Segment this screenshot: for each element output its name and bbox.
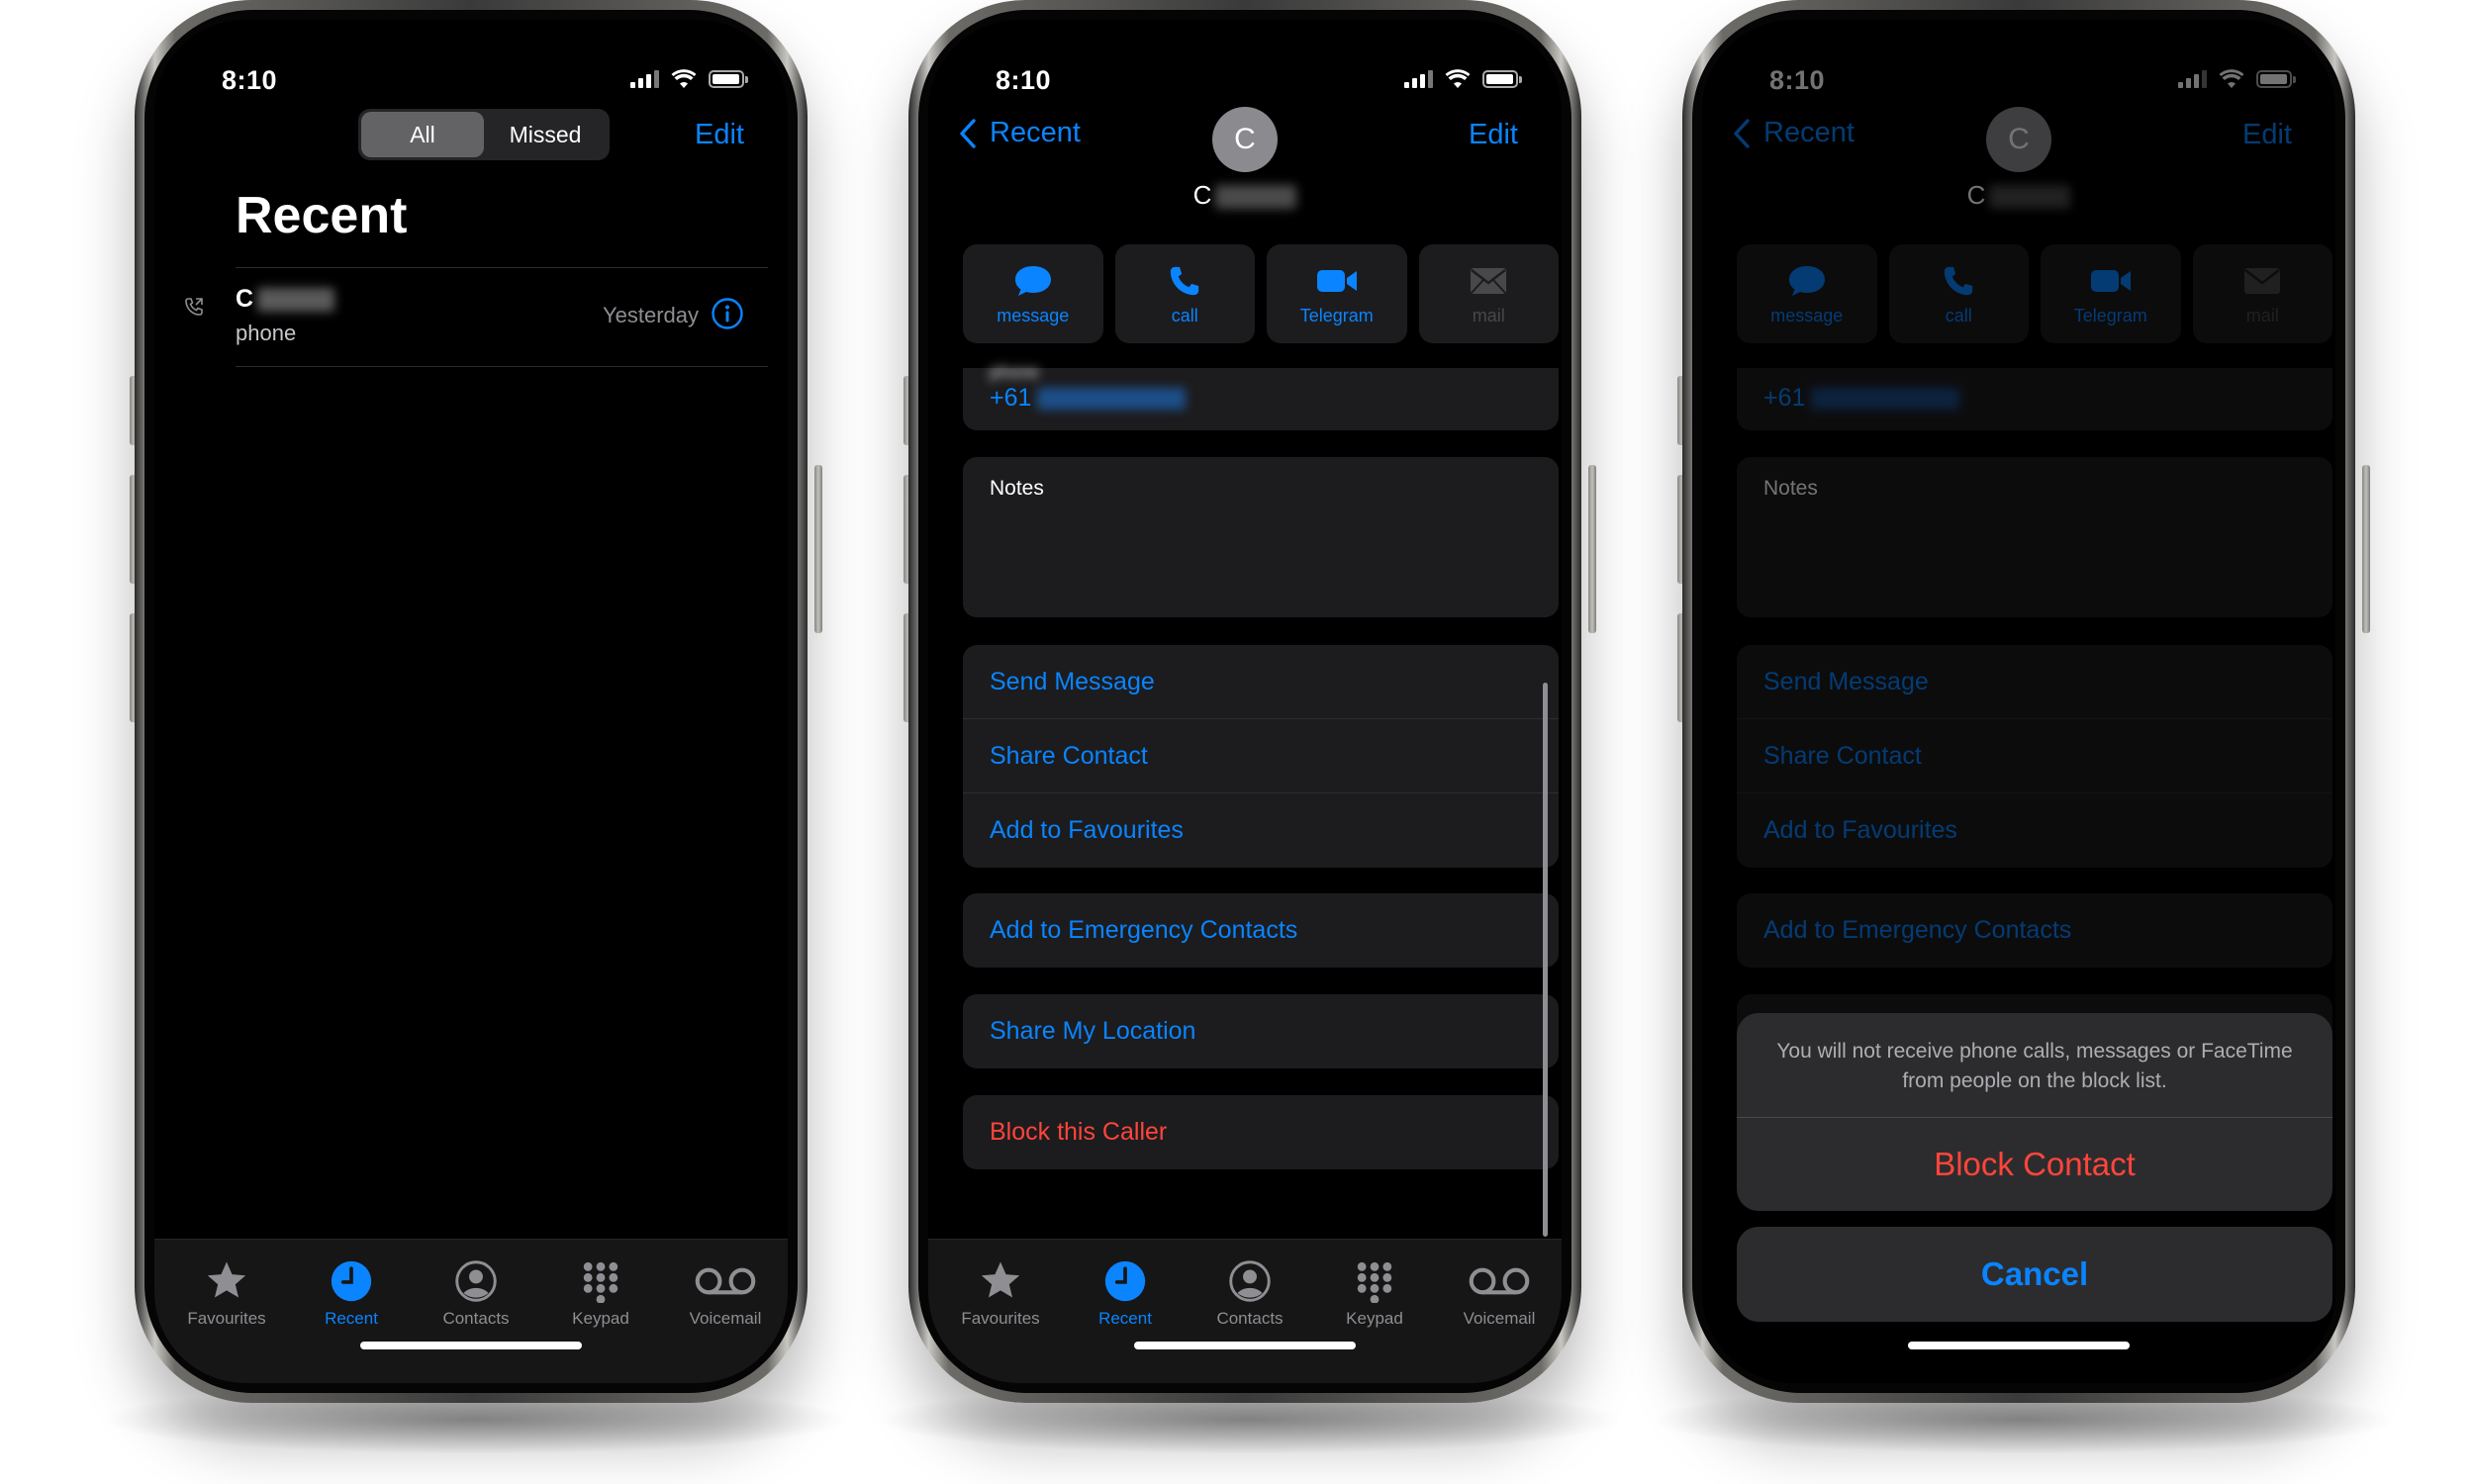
contact-detail-screen: 8:10 Recent Edit C C message call Telegr… — [928, 20, 1562, 1383]
segment-missed[interactable]: Missed — [484, 112, 607, 157]
chevron-left-icon — [960, 118, 976, 148]
tab-favourites[interactable]: Favourites — [172, 1257, 281, 1329]
contact-actions-card: Send Message Share Contact Add to Favour… — [963, 645, 1559, 868]
star-icon — [207, 1261, 246, 1298]
keypad-grid-icon — [583, 1261, 618, 1303]
phone-frame-recents: 8:10 All Missed Edit Recent C phone Yest… — [135, 0, 808, 1403]
battery-icon — [709, 70, 748, 88]
contact-name: C — [928, 180, 1562, 211]
tab-label: Keypad — [1346, 1309, 1403, 1328]
phone-number[interactable]: +61 — [990, 384, 1187, 413]
add-emergency-contact-button[interactable]: Add to Emergency Contacts — [963, 893, 1559, 968]
star-icon — [981, 1261, 1020, 1298]
tab-label: Recent — [1098, 1309, 1152, 1328]
call-time: Yesterday — [602, 303, 699, 327]
tab-voicemail[interactable]: Voicemail — [671, 1257, 780, 1329]
tab-contacts[interactable]: Contacts — [1195, 1257, 1304, 1329]
block-warning-message: You will not receive phone calls, messag… — [1776, 1040, 2293, 1092]
emergency-card: Add to Emergency Contacts — [963, 893, 1559, 968]
status-time: 8:10 — [222, 65, 278, 95]
cellular-signal-icon — [630, 70, 659, 88]
avatar: C — [1212, 107, 1278, 172]
phone-icon — [1171, 266, 1199, 295]
page-title: Recent — [236, 187, 408, 244]
tab-favourites[interactable]: Favourites — [946, 1257, 1055, 1329]
block-card: Block this Caller — [963, 1095, 1559, 1169]
tab-bar: Favourites Recent Contacts Keypad Voicem… — [928, 1239, 1562, 1383]
status-bar-icons — [630, 69, 748, 89]
tab-contacts[interactable]: Contacts — [422, 1257, 530, 1329]
outgoing-call-icon — [185, 298, 203, 316]
video-camera-icon — [1316, 269, 1357, 292]
tab-bar: Favourites Recent Contacts Keypad Voicem… — [154, 1239, 788, 1383]
envelope-icon — [1471, 267, 1507, 294]
tab-label: Recent — [325, 1309, 378, 1328]
voicemail-icon — [1469, 1267, 1530, 1295]
wifi-icon — [671, 69, 697, 88]
tab-label: Favourites — [187, 1309, 266, 1328]
status-time: 8:10 — [996, 65, 1052, 95]
tab-label: Contacts — [1216, 1309, 1284, 1328]
person-circle-icon — [455, 1260, 497, 1302]
send-message-button[interactable]: Send Message — [963, 645, 1559, 719]
edit-button[interactable]: Edit — [695, 119, 744, 151]
tab-label: Voicemail — [1463, 1309, 1536, 1328]
notes-card[interactable]: Notes — [963, 457, 1559, 617]
block-contact-button[interactable]: Block Contact — [1737, 1118, 2332, 1211]
home-indicator[interactable] — [1134, 1342, 1356, 1349]
back-label: Recent — [990, 117, 1081, 148]
keypad-grid-icon — [1357, 1261, 1392, 1303]
all-missed-segmented-control[interactable]: All Missed — [358, 109, 610, 160]
tab-keypad[interactable]: Keypad — [546, 1257, 655, 1329]
tab-label: Contacts — [442, 1309, 510, 1328]
voicemail-icon — [695, 1267, 756, 1295]
clock-icon — [1104, 1260, 1146, 1302]
block-action-sheet: You will not receive phone calls, messag… — [1737, 1013, 2332, 1211]
back-button[interactable]: Recent — [958, 117, 1081, 149]
tab-keypad[interactable]: Keypad — [1320, 1257, 1429, 1329]
edit-button[interactable]: Edit — [1469, 119, 1518, 151]
share-location-card: Share My Location — [963, 994, 1559, 1068]
home-indicator[interactable] — [360, 1342, 582, 1349]
clock-icon — [331, 1260, 372, 1302]
tab-voicemail[interactable]: Voicemail — [1445, 1257, 1554, 1329]
tab-recent[interactable]: Recent — [297, 1257, 406, 1329]
contact-name-initial: C — [236, 285, 254, 313]
wifi-icon — [1445, 69, 1471, 88]
recents-screen: 8:10 All Missed Edit Recent C phone Yest… — [154, 20, 788, 1383]
phone-label: phone — [990, 362, 1040, 382]
share-my-location-button[interactable]: Share My Location — [963, 994, 1559, 1068]
cellular-signal-icon — [1404, 70, 1433, 88]
call-action-button[interactable]: call — [1114, 244, 1255, 343]
battery-icon — [1482, 70, 1522, 88]
scrollbar[interactable] — [1543, 683, 1548, 1237]
notes-label: Notes — [990, 477, 1044, 500]
share-contact-button[interactable]: Share Contact — [963, 719, 1559, 793]
redacted-name — [257, 287, 335, 312]
person-circle-icon — [1229, 1260, 1271, 1302]
phone-frame-contact-detail: 8:10 Recent Edit C C message call Telegr… — [908, 0, 1581, 1403]
tab-recent[interactable]: Recent — [1071, 1257, 1180, 1329]
call-type-label: phone — [236, 321, 297, 345]
message-bubble-icon — [1014, 265, 1051, 296]
cancel-button[interactable]: Cancel — [1737, 1227, 2332, 1322]
tab-label: Voicemail — [689, 1309, 762, 1328]
quick-action-row: message call Telegram mail — [963, 244, 1559, 343]
message-action-button[interactable]: message — [963, 244, 1103, 343]
block-caller-button[interactable]: Block this Caller — [963, 1095, 1559, 1169]
segment-all[interactable]: All — [361, 112, 484, 157]
phone-number-card[interactable]: phone +61 — [963, 362, 1559, 430]
telegram-action-button[interactable]: Telegram — [1267, 244, 1407, 343]
tab-label: Keypad — [572, 1309, 629, 1328]
phone-frame-block-confirm: 8:10 Recent Edit C C message call — [1682, 0, 2355, 1403]
status-bar-icons — [1404, 69, 1522, 89]
add-to-favourites-button[interactable]: Add to Favourites — [963, 793, 1559, 868]
home-indicator[interactable] — [1908, 1342, 2130, 1349]
tab-label: Favourites — [961, 1309, 1040, 1328]
recent-call-row[interactable]: C phone Yesterday — [154, 269, 788, 364]
mail-action-button[interactable]: mail — [1418, 244, 1559, 343]
info-icon[interactable] — [711, 297, 744, 330]
block-confirm-screen: 8:10 Recent Edit C C message call — [1702, 20, 2335, 1383]
